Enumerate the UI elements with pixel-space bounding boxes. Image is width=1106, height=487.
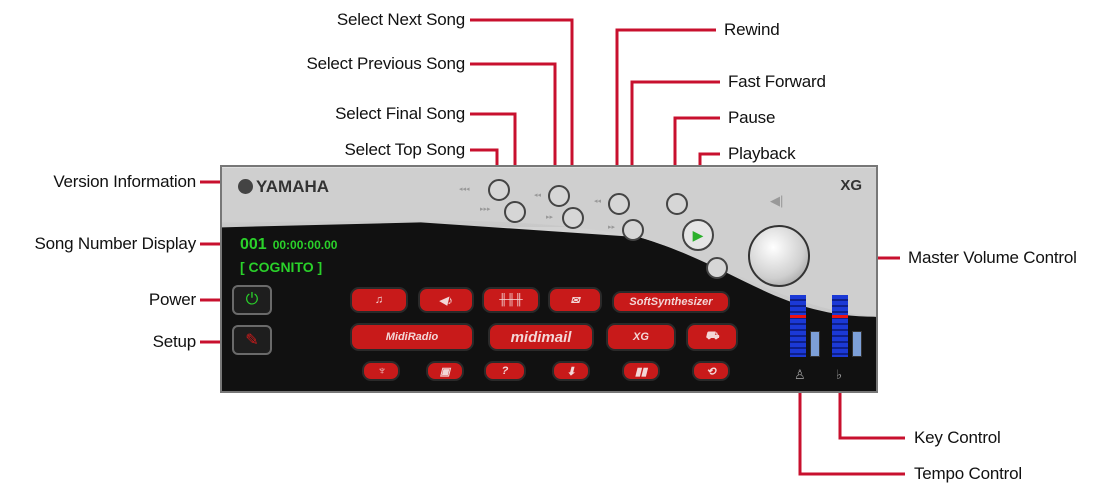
key-spinner[interactable] bbox=[852, 331, 862, 357]
yamaha-logo[interactable]: YAMAHA bbox=[238, 177, 329, 197]
callout-song-number-display: Song Number Display bbox=[34, 234, 196, 253]
callout-select-top-song: Select Top Song bbox=[344, 140, 466, 159]
playback-button[interactable]: ▶ bbox=[682, 219, 714, 251]
callout-setup: Setup bbox=[152, 332, 197, 351]
callout-playback: Playback bbox=[728, 144, 796, 163]
rewind-button[interactable] bbox=[608, 193, 630, 215]
callout-tempo-control: Tempo Control bbox=[914, 464, 1022, 483]
fast-forward-button[interactable] bbox=[622, 219, 644, 241]
callout-fast-forward: Fast Forward bbox=[728, 72, 826, 91]
callout-pause: Pause bbox=[728, 108, 776, 127]
player-window: YAMAHA XG 001 00:00:00.00 [ COGNITO ] ◂◂◂… bbox=[220, 165, 878, 393]
key-slider-marker bbox=[832, 315, 848, 318]
play-icon: ▶ bbox=[692, 226, 704, 243]
function-button-5[interactable]: ▮▮ bbox=[622, 361, 660, 381]
tempo-icon-metronome: ♙ bbox=[794, 367, 806, 382]
callout-key-control: Key Control bbox=[914, 428, 1001, 447]
download-button[interactable]: ⬇ bbox=[552, 361, 590, 381]
loop-icon: ⟲ bbox=[706, 365, 716, 378]
fast-forward-icon: ▸▸ bbox=[608, 224, 616, 231]
previous-song-icon: ◂◂ bbox=[534, 192, 542, 199]
select-top-song-button[interactable] bbox=[488, 179, 510, 201]
wrench-icon: ✎ bbox=[245, 332, 259, 349]
help-icon: ? bbox=[501, 365, 509, 377]
midimail-button[interactable]: midimail bbox=[488, 323, 594, 351]
rewind-icon: ◂◂ bbox=[594, 198, 602, 205]
key-icon: ♭ bbox=[836, 367, 843, 382]
next-song-icon: ▸▸ bbox=[546, 214, 554, 221]
midi-radio-button[interactable]: MidiRadio bbox=[350, 323, 474, 351]
master-volume-knob[interactable] bbox=[748, 225, 810, 287]
tempo-slider[interactable] bbox=[790, 295, 806, 357]
soft-synthesizer-button[interactable]: SoftSynthesizer bbox=[612, 291, 730, 313]
tempo-icon: ▮▮ bbox=[634, 365, 648, 378]
callout-power: Power bbox=[148, 290, 196, 309]
cart-icon: ⛟ bbox=[705, 330, 719, 342]
envelope-icon: ✉ bbox=[570, 294, 580, 307]
mixer-button[interactable]: ╫╫╫ bbox=[482, 287, 540, 313]
function-button-1[interactable]: ♆ bbox=[362, 361, 400, 381]
yamaha-mark-icon bbox=[238, 179, 253, 194]
stop-button[interactable] bbox=[706, 257, 728, 279]
power-icon: ⏻ bbox=[245, 291, 259, 308]
select-final-song-button[interactable] bbox=[504, 201, 526, 223]
speaker-icon: ◀| bbox=[770, 193, 784, 208]
callout-select-previous-song: Select Previous Song bbox=[306, 54, 465, 73]
setup-button[interactable]: ✎ bbox=[232, 325, 272, 355]
score-button[interactable]: ♫ bbox=[350, 287, 408, 313]
select-previous-song-button[interactable] bbox=[548, 185, 570, 207]
xg-button[interactable]: XG bbox=[606, 323, 676, 351]
tempo-slider-marker bbox=[790, 315, 806, 318]
song-number-display: 001 00:00:00.00 bbox=[240, 236, 337, 254]
callout-select-final-song: Select Final Song bbox=[335, 104, 465, 123]
mail-button[interactable]: ✉ bbox=[548, 287, 602, 313]
tempo-spinner[interactable] bbox=[810, 331, 820, 357]
top-song-icon: ◂◂◂ bbox=[459, 186, 470, 193]
mixer-icon: ╫╫╫ bbox=[499, 294, 523, 306]
tree-icon: ♆ bbox=[376, 365, 386, 377]
xg-icon: XG bbox=[633, 331, 649, 343]
monitor-icon: ▣ bbox=[439, 365, 451, 378]
speaker-button[interactable]: ◀♪ bbox=[418, 287, 474, 313]
loop-button[interactable]: ⟲ bbox=[692, 361, 730, 381]
shop-button[interactable]: ⛟ bbox=[686, 323, 738, 351]
music-note-icon: ♫ bbox=[374, 294, 384, 306]
callout-select-next-song: Select Next Song bbox=[336, 10, 465, 29]
down-arrow-icon: ⬇ bbox=[566, 365, 576, 378]
final-song-icon: ▸▸▸ bbox=[480, 206, 491, 213]
pause-button[interactable] bbox=[666, 193, 688, 215]
song-number: 001 bbox=[240, 236, 267, 253]
function-button-2[interactable]: ▣ bbox=[426, 361, 464, 381]
callout-version-information: Version Information bbox=[53, 172, 196, 191]
callout-rewind: Rewind bbox=[724, 20, 780, 39]
key-slider[interactable] bbox=[832, 295, 848, 357]
song-title: [ COGNITO ] bbox=[240, 259, 323, 275]
song-time: 00:00:00.00 bbox=[272, 238, 338, 252]
speaker-button-icon: ◀♪ bbox=[439, 294, 453, 307]
power-button[interactable]: ⏻ bbox=[232, 285, 272, 315]
brand-label: YAMAHA bbox=[256, 177, 330, 196]
help-button[interactable]: ? bbox=[484, 361, 526, 381]
callout-master-volume-control: Master Volume Control bbox=[908, 248, 1077, 267]
xg-badge: XG bbox=[840, 177, 862, 194]
select-next-song-button[interactable] bbox=[562, 207, 584, 229]
